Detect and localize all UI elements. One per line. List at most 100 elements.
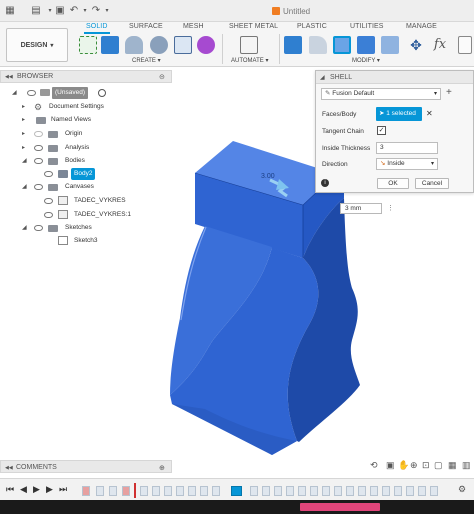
taskbar-app-button[interactable] xyxy=(300,503,380,511)
collapse-left-icon[interactable]: ◀◀ xyxy=(5,465,13,471)
go-to-start-icon[interactable]: ⏮ xyxy=(6,484,14,495)
app-grid-icon[interactable]: ▦ xyxy=(4,5,16,17)
visibility-eye-icon[interactable] xyxy=(44,198,53,204)
visibility-eye-icon[interactable] xyxy=(44,212,53,218)
timeline-feature[interactable] xyxy=(164,486,172,496)
look-at-icon[interactable]: ▣ xyxy=(386,460,395,471)
timeline-feature[interactable] xyxy=(310,486,318,496)
collapse-dialog-icon[interactable]: ◢ xyxy=(320,74,325,81)
timeline-feature[interactable] xyxy=(152,486,160,496)
ok-button[interactable]: OK xyxy=(377,178,409,189)
triangle-right-icon[interactable]: ▸ xyxy=(22,101,25,113)
timeline-feature[interactable] xyxy=(430,486,438,496)
fillet-icon[interactable] xyxy=(309,36,327,54)
step-forward-icon[interactable]: ▶ xyxy=(46,484,53,495)
redo-dropdown-icon[interactable]: ▾ xyxy=(101,5,113,17)
new-component-icon[interactable] xyxy=(101,36,119,54)
timeline-feature[interactable] xyxy=(406,486,414,496)
preset-select[interactable]: ✎ Fusion Default ▾ xyxy=(321,88,441,100)
tab-mesh[interactable]: MESH xyxy=(183,23,204,32)
timeline-feature[interactable] xyxy=(370,486,378,496)
cancel-button[interactable]: Cancel xyxy=(415,178,449,189)
create-group-label[interactable]: CREATE ▾ xyxy=(132,57,161,64)
direction-select[interactable]: ↘ Inside ▾ xyxy=(376,158,438,170)
viewports-icon[interactable]: ▥ xyxy=(462,460,471,471)
timeline-feature[interactable] xyxy=(358,486,366,496)
timeline-feature[interactable] xyxy=(212,486,220,496)
dimension-input[interactable]: 3 mm xyxy=(340,203,382,214)
visibility-eye-icon[interactable] xyxy=(34,184,43,190)
browser-collapse-icon[interactable]: ⊝ xyxy=(159,73,165,81)
timeline-feature[interactable] xyxy=(96,486,104,496)
timeline-feature[interactable] xyxy=(346,486,354,496)
timeline-settings-icon[interactable]: ⚙ xyxy=(458,484,466,495)
visibility-eye-icon[interactable] xyxy=(44,171,53,177)
triangle-right-icon[interactable]: ▸ xyxy=(22,114,25,126)
form-icon[interactable] xyxy=(197,36,215,54)
timeline-feature[interactable] xyxy=(188,486,196,496)
tangent-chain-checkbox[interactable]: ✓ xyxy=(377,126,386,135)
zoom-window-icon[interactable]: ⊡ xyxy=(422,460,430,471)
workspace-design-button[interactable]: DESIGN ▾ xyxy=(6,28,68,62)
visibility-eye-icon[interactable] xyxy=(34,158,43,164)
timeline-feature[interactable] xyxy=(122,486,130,496)
timeline-feature[interactable] xyxy=(418,486,426,496)
timeline-feature[interactable] xyxy=(140,486,148,496)
tab-plastic[interactable]: PLASTIC xyxy=(297,23,327,32)
timeline-feature[interactable] xyxy=(394,486,402,496)
timeline-feature[interactable] xyxy=(298,486,306,496)
revolve-icon[interactable] xyxy=(150,36,168,54)
file-icon[interactable]: ▤ xyxy=(30,5,42,17)
new-sketch-icon[interactable] xyxy=(79,36,97,54)
collapse-left-icon[interactable]: ◀◀ xyxy=(5,74,13,80)
automate-group-label[interactable]: AUTOMATE ▾ xyxy=(231,57,268,64)
automate-icon[interactable] xyxy=(240,36,258,54)
shell-icon[interactable] xyxy=(333,36,351,54)
timeline-feature[interactable] xyxy=(274,486,282,496)
timeline-feature[interactable] xyxy=(334,486,342,496)
timeline-feature[interactable] xyxy=(176,486,184,496)
parameters-icon[interactable]: fx xyxy=(431,36,449,54)
combine-icon[interactable] xyxy=(357,36,375,54)
play-icon[interactable]: ▶ xyxy=(33,484,40,495)
tree-root[interactable]: ◢ (Unsaved) xyxy=(12,87,132,99)
timeline-feature[interactable] xyxy=(82,486,90,496)
tab-solid[interactable]: SOLID xyxy=(84,23,109,34)
tab-manage[interactable]: MANAGE xyxy=(406,23,437,32)
add-preset-icon[interactable]: + xyxy=(446,87,452,98)
timeline-feature[interactable] xyxy=(286,486,294,496)
timeline-feature-active[interactable] xyxy=(231,486,242,496)
pan-icon[interactable]: ✋ xyxy=(398,460,409,471)
save-icon[interactable]: ▣ xyxy=(54,5,66,17)
triangle-down-icon[interactable]: ◢ xyxy=(22,222,27,234)
visibility-eye-icon[interactable] xyxy=(27,90,36,96)
timeline-marker[interactable] xyxy=(134,483,136,498)
display-settings-icon[interactable]: ▢ xyxy=(434,460,443,471)
press-pull-icon[interactable] xyxy=(284,36,302,54)
step-back-icon[interactable]: ◀ xyxy=(20,484,27,495)
clear-selection-icon[interactable]: ✕ xyxy=(426,109,433,118)
dimension-options-icon[interactable]: ⋮ xyxy=(387,204,394,212)
visibility-eye-icon[interactable] xyxy=(34,131,43,137)
visibility-eye-icon[interactable] xyxy=(34,145,43,151)
triangle-down-icon[interactable]: ◢ xyxy=(22,155,27,167)
move-arrows-icon[interactable]: ✥ xyxy=(407,36,425,54)
timeline-feature[interactable] xyxy=(200,486,208,496)
activate-radio-icon[interactable] xyxy=(98,89,106,97)
timeline-feature[interactable] xyxy=(262,486,270,496)
grid-icon[interactable]: ▦ xyxy=(448,460,457,471)
info-icon[interactable]: i xyxy=(321,179,329,187)
zoom-icon[interactable]: ⊕ xyxy=(410,460,418,471)
faces-selection-button[interactable]: ➤ 1 selected xyxy=(376,107,422,121)
inside-thickness-input[interactable]: 3 xyxy=(376,142,438,154)
tab-surface[interactable]: SURFACE xyxy=(129,23,163,32)
extrude-icon[interactable] xyxy=(125,36,143,54)
triangle-down-icon[interactable]: ◢ xyxy=(22,181,27,193)
modify-group-label[interactable]: MODIFY ▾ xyxy=(352,57,380,64)
triangle-right-icon[interactable]: ▸ xyxy=(22,128,25,140)
tab-utilities[interactable]: UTILITIES xyxy=(350,23,384,32)
triangle-right-icon[interactable]: ▸ xyxy=(22,142,25,154)
timeline-feature[interactable] xyxy=(250,486,258,496)
comments-add-icon[interactable]: ⊕ xyxy=(159,464,165,472)
tab-sheet-metal[interactable]: SHEET METAL xyxy=(229,23,278,32)
